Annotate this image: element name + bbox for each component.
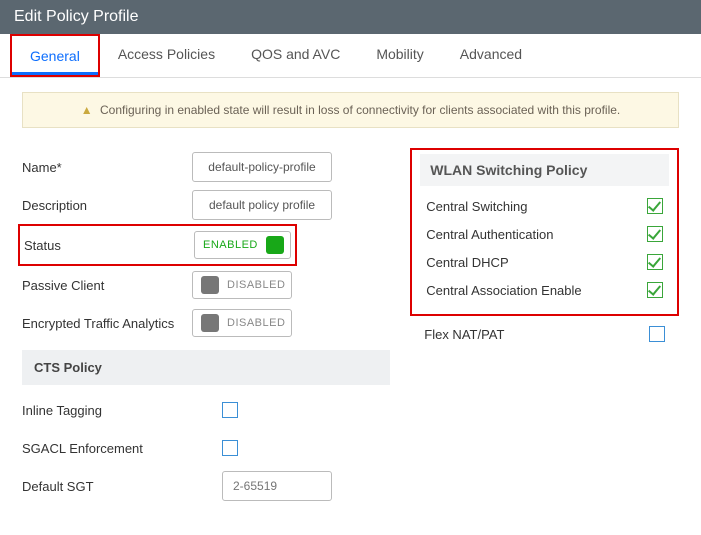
cts-policy-header: CTS Policy (22, 350, 390, 385)
central-dhcp-label: Central DHCP (426, 255, 508, 270)
central-assoc-label: Central Association Enable (426, 283, 581, 298)
highlight-box-wlan-panel: WLAN Switching Policy Central Switching … (410, 148, 679, 316)
tab-general[interactable]: General (12, 36, 98, 75)
right-column: WLAN Switching Policy Central Switching … (410, 148, 679, 505)
central-auth-label: Central Authentication (426, 227, 553, 242)
tab-qos-avc[interactable]: QOS and AVC (233, 34, 358, 77)
inline-tagging-checkbox[interactable] (222, 402, 238, 418)
name-field[interactable] (192, 152, 332, 182)
status-label: Status (24, 238, 194, 253)
left-column: Name* Description Status ENABLED Passive… (22, 148, 390, 505)
eta-toggle[interactable]: DISABLED (192, 309, 292, 337)
default-sgt-label: Default SGT (22, 479, 222, 494)
sgacl-checkbox[interactable] (222, 440, 238, 456)
passive-client-toggle-text: DISABLED (227, 279, 285, 291)
dialog-title: Edit Policy Profile (0, 0, 701, 34)
name-label: Name* (22, 160, 192, 175)
wlan-panel-title: WLAN Switching Policy (420, 154, 669, 186)
description-label: Description (22, 198, 192, 213)
toggle-knob-icon (201, 276, 219, 294)
warning-icon: ▲ (81, 103, 93, 117)
passive-client-toggle[interactable]: DISABLED (192, 271, 292, 299)
central-auth-checkbox[interactable] (647, 226, 663, 242)
status-toggle-text: ENABLED (203, 239, 258, 251)
central-switching-checkbox[interactable] (647, 198, 663, 214)
central-switching-label: Central Switching (426, 199, 527, 214)
toggle-knob-icon (201, 314, 219, 332)
status-toggle[interactable]: ENABLED (194, 231, 291, 259)
tab-advanced[interactable]: Advanced (442, 34, 540, 77)
highlight-box-tab: General (10, 34, 100, 77)
tab-access-policies[interactable]: Access Policies (100, 34, 233, 77)
warning-banner: ▲ Configuring in enabled state will resu… (22, 92, 679, 128)
tab-bar: General Access Policies QOS and AVC Mobi… (0, 34, 701, 78)
default-sgt-field[interactable] (222, 471, 332, 501)
eta-label: Encrypted Traffic Analytics (22, 316, 192, 331)
toggle-knob-icon (266, 236, 284, 254)
central-dhcp-checkbox[interactable] (647, 254, 663, 270)
eta-toggle-text: DISABLED (227, 317, 285, 329)
warning-text: Configuring in enabled state will result… (100, 103, 620, 117)
central-assoc-checkbox[interactable] (647, 282, 663, 298)
description-field[interactable] (192, 190, 332, 220)
highlight-box-status: Status ENABLED (18, 224, 297, 266)
passive-client-label: Passive Client (22, 278, 192, 293)
sgacl-label: SGACL Enforcement (22, 441, 222, 456)
inline-tagging-label: Inline Tagging (22, 403, 222, 418)
flex-nat-checkbox[interactable] (649, 326, 665, 342)
tab-mobility[interactable]: Mobility (358, 34, 441, 77)
flex-nat-label: Flex NAT/PAT (424, 327, 504, 342)
content-area: Name* Description Status ENABLED Passive… (0, 138, 701, 535)
